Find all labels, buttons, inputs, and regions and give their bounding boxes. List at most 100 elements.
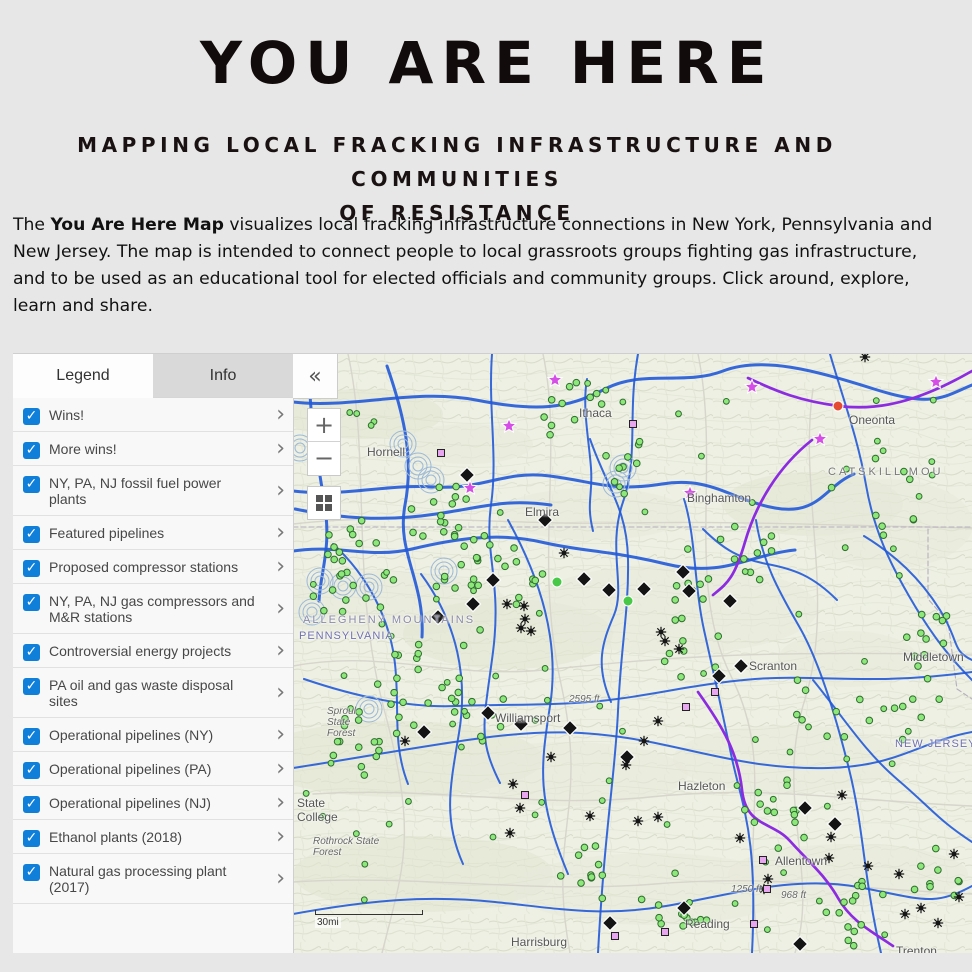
compressor-point-marker[interactable] — [476, 626, 484, 634]
waste-disposal-marker[interactable] — [763, 885, 771, 893]
compressor-point-marker[interactable] — [702, 916, 711, 925]
compressor-point-marker[interactable] — [574, 851, 583, 859]
compressor-point-marker[interactable] — [328, 586, 337, 594]
compressor-point-marker[interactable] — [898, 735, 907, 744]
compressor-point-marker[interactable] — [587, 873, 596, 881]
checkbox-icon[interactable]: ✓ — [23, 442, 40, 459]
compressor-point-marker[interactable] — [541, 665, 549, 672]
compressor-point-marker[interactable] — [437, 511, 445, 520]
compressor-point-marker[interactable] — [443, 678, 451, 686]
checkbox-icon[interactable]: ✓ — [23, 728, 40, 745]
compressor-point-marker[interactable] — [385, 820, 393, 828]
compressor-point-marker[interactable] — [450, 532, 459, 541]
compressor-point-marker[interactable] — [858, 882, 867, 891]
compressor-point-marker[interactable] — [767, 547, 776, 555]
compressor-point-marker[interactable] — [470, 587, 477, 595]
compressor-point-marker[interactable] — [678, 614, 686, 623]
waste-site-marker[interactable] — [836, 789, 848, 801]
compressor-point-marker[interactable] — [602, 451, 610, 460]
collapse-panel-button[interactable]: « — [293, 354, 338, 399]
waste-site-marker[interactable] — [915, 902, 927, 914]
compressor-point-marker[interactable] — [954, 876, 962, 885]
waste-site-marker[interactable] — [862, 860, 874, 872]
compressor-point-marker[interactable] — [451, 584, 459, 592]
compressor-point-marker[interactable] — [392, 729, 401, 738]
compressor-point-marker[interactable] — [716, 535, 725, 544]
compressor-point-marker[interactable] — [338, 607, 347, 616]
compressor-point-marker[interactable] — [798, 716, 806, 724]
compressor-point-marker[interactable] — [598, 797, 606, 805]
waste-disposal-marker[interactable] — [521, 791, 529, 799]
compressor-point-marker[interactable] — [615, 464, 623, 472]
compressor-point-marker[interactable] — [352, 830, 360, 838]
waste-site-marker[interactable] — [545, 751, 557, 763]
compressor-point-marker[interactable] — [665, 649, 674, 658]
waste-site-marker[interactable] — [399, 735, 411, 747]
compressor-point-marker[interactable] — [763, 926, 771, 934]
compressor-point-marker[interactable] — [684, 545, 692, 553]
compressor-point-marker[interactable] — [393, 674, 401, 683]
waste-site-marker[interactable] — [762, 873, 774, 885]
compressor-point-marker[interactable] — [480, 531, 489, 540]
legend-item-gas-compressors[interactable]: ✓ NY, PA, NJ gas compressors and M&R stat… — [13, 584, 293, 634]
waste-site-marker[interactable] — [518, 600, 530, 612]
compressor-point-marker[interactable] — [330, 543, 338, 551]
compressor-point-marker[interactable] — [602, 386, 610, 394]
highlight-point-marker[interactable] — [832, 400, 844, 412]
compressor-point-marker[interactable] — [389, 576, 398, 584]
compressor-point-marker[interactable] — [624, 453, 632, 461]
compressor-point-marker[interactable] — [515, 593, 523, 602]
compressor-point-marker[interactable] — [741, 568, 749, 575]
waste-site-marker[interactable] — [652, 715, 664, 727]
compressor-point-marker[interactable] — [538, 799, 546, 806]
compressor-point-marker[interactable] — [319, 812, 327, 820]
compressor-point-marker[interactable] — [832, 707, 840, 716]
compressor-point-marker[interactable] — [786, 748, 794, 756]
compressor-point-marker[interactable] — [375, 746, 383, 755]
waste-disposal-marker[interactable] — [661, 928, 669, 936]
waste-site-marker[interactable] — [514, 802, 526, 814]
waste-site-marker[interactable] — [823, 852, 835, 864]
map-canvas[interactable]: « + − Ithaca Oneonta Hornell Elmira Bing… — [293, 354, 972, 953]
compressor-point-marker[interactable] — [898, 702, 907, 711]
compressor-point-marker[interactable] — [620, 489, 628, 498]
compressor-point-marker[interactable] — [902, 633, 911, 642]
compressor-point-marker[interactable] — [360, 896, 368, 904]
waste-site-marker[interactable] — [584, 810, 596, 822]
compressor-point-marker[interactable] — [823, 802, 831, 810]
compressor-point-marker[interactable] — [900, 467, 908, 476]
compressor-point-marker[interactable] — [632, 459, 641, 468]
waste-site-marker[interactable] — [899, 908, 911, 920]
compressor-point-marker[interactable] — [679, 922, 687, 930]
compressor-point-marker[interactable] — [341, 714, 349, 723]
compressor-point-marker[interactable] — [462, 495, 470, 503]
waste-site-marker[interactable] — [652, 811, 664, 823]
compressor-point-marker[interactable] — [378, 620, 386, 628]
waste-site-marker[interactable] — [501, 598, 513, 610]
compressor-point-marker[interactable] — [759, 538, 768, 547]
compressor-point-marker[interactable] — [592, 389, 601, 398]
waste-site-marker[interactable] — [825, 831, 837, 843]
waste-disposal-marker[interactable] — [611, 932, 619, 940]
tab-legend[interactable]: Legend — [13, 354, 153, 399]
compressor-point-marker[interactable] — [367, 422, 375, 429]
waste-disposal-marker[interactable] — [711, 688, 719, 696]
compressor-point-marker[interactable] — [337, 570, 346, 578]
compressor-point-marker[interactable] — [361, 860, 369, 868]
compressor-point-marker[interactable] — [835, 908, 844, 917]
compressor-point-marker[interactable] — [362, 594, 370, 602]
compressor-point-marker[interactable] — [357, 516, 366, 525]
compressor-point-marker[interactable] — [451, 493, 460, 501]
compressor-point-marker[interactable] — [879, 447, 887, 455]
waste-site-marker[interactable] — [515, 622, 527, 634]
compressor-point-marker[interactable] — [753, 549, 762, 557]
compressor-point-marker[interactable] — [395, 713, 403, 722]
compressor-point-marker[interactable] — [346, 409, 354, 416]
compressor-point-marker[interactable] — [535, 609, 543, 617]
compressor-point-marker[interactable] — [849, 941, 858, 950]
compressor-point-marker[interactable] — [856, 695, 864, 704]
compressor-point-marker[interactable] — [330, 555, 339, 564]
compressor-point-marker[interactable] — [338, 557, 347, 565]
compressor-point-marker[interactable] — [489, 833, 497, 841]
compressor-point-marker[interactable] — [741, 805, 749, 814]
